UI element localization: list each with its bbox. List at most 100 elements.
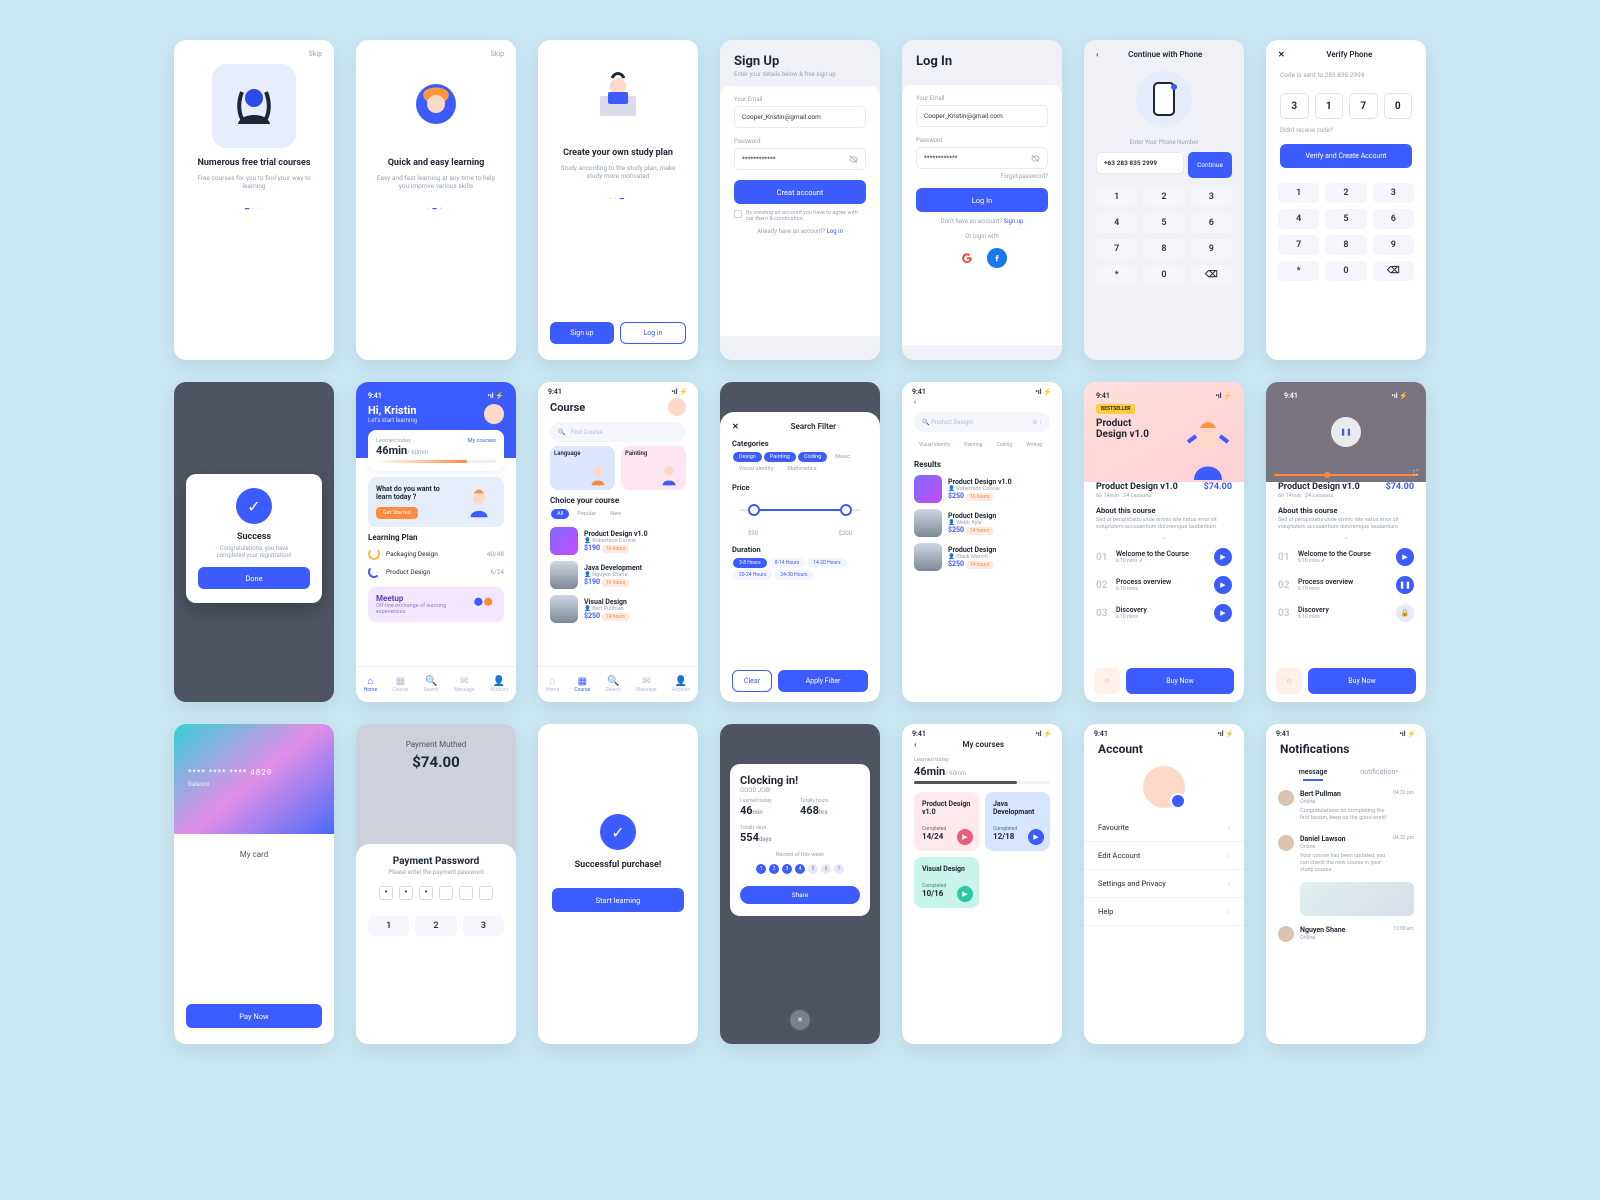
key-7[interactable]: 7 [1096,239,1137,259]
lesson-row[interactable]: 02Process overview6:10 mins ▶ [1084,571,1244,599]
google-button[interactable] [957,248,977,268]
tab-new[interactable]: New [604,509,627,519]
apply-button[interactable]: Apply Filter [778,670,868,692]
eye-icon[interactable] [849,155,858,164]
tab-search[interactable]: 🔍Search [606,676,621,693]
course-item[interactable]: Product Design👤 Black Marvin$250 14 hour… [902,540,1062,574]
tab-message[interactable]: ✉Message [454,676,474,693]
key-2[interactable]: 2 [1325,183,1366,203]
clear-button[interactable]: Clear [732,670,772,692]
key-3[interactable]: 3 [463,916,504,936]
account-item[interactable]: Settings and Privacy› [1084,870,1244,898]
filter-icon[interactable]: ⚙ ↕ [1032,419,1042,426]
key-3[interactable]: 3 [1373,183,1414,203]
key-9[interactable]: 9 [1191,239,1232,259]
notification-item[interactable]: Bert PullmanOnlineCongratulations on com… [1266,784,1426,829]
close-icon[interactable]: ✕ [1278,50,1285,59]
pay-now-button[interactable]: Pay Now [186,1004,322,1028]
category-painting[interactable]: Painting [621,446,686,490]
filter-dur[interactable]: 8-14 Hours [769,558,806,568]
close-icon[interactable]: ✕ [732,422,739,431]
continue-button[interactable]: Continue [1188,152,1232,178]
key-3[interactable]: 3 [1191,187,1232,207]
key-2[interactable]: 2 [415,916,456,936]
key-8[interactable]: 8 [1325,235,1366,255]
key-*[interactable]: * [1278,261,1319,281]
terms-checkbox[interactable]: By creating an account you have to agree… [720,204,880,222]
back-icon[interactable]: ‹ [914,398,916,406]
filter-cat[interactable]: Mathmatics [781,464,822,474]
result-chip[interactable]: Visual identity [913,440,956,450]
already-link[interactable]: Already have an account? Log in [720,222,880,235]
key-6[interactable]: 6 [1191,213,1232,233]
course-card-1[interactable]: Product Design v1.0Completed14/24▶ [914,792,979,851]
password-input[interactable]: ************ [916,147,1048,169]
password-input[interactable]: ************ [734,148,866,170]
facebook-button[interactable] [987,248,1007,268]
login-button[interactable]: Log in [620,322,686,344]
tab-notification[interactable]: notification• [1346,764,1412,780]
course-item[interactable]: Product Design v1.0👤 Robertson Connie$19… [538,524,698,558]
account-item[interactable]: Favourite› [1084,814,1244,842]
key-2[interactable]: 2 [1143,187,1184,207]
avatar[interactable] [1143,766,1185,808]
tab-account[interactable]: 👤Account [490,676,509,693]
course-card-2[interactable]: Java DevelopmantCompleted12/18▶ [985,792,1050,851]
skip-link[interactable]: Skip [309,50,322,58]
filter-cat[interactable]: Music [829,452,856,462]
back-icon[interactable]: ‹ [1096,50,1098,59]
key-8[interactable]: 8 [1143,239,1184,259]
course-item[interactable]: Product Design v1.0👤 Robertson Connie$25… [902,472,1062,506]
tab-course[interactable]: ▦Course [574,676,590,693]
tab-course[interactable]: ▦Course [392,676,408,693]
key-0[interactable]: 0 [1143,265,1184,285]
play-pause-button[interactable]: ❚❚ [1331,417,1361,447]
avatar[interactable] [484,404,504,424]
tab-message[interactable]: ✉Message [636,676,656,693]
eye-icon[interactable] [1031,154,1040,163]
filter-cat[interactable]: Visual identity [733,464,779,474]
create-account-button[interactable]: Creat account [734,180,866,204]
filter-cat[interactable]: Painting [764,452,796,462]
course-item[interactable]: Java Development👤 Nguyen Shane$190 16 ho… [538,558,698,592]
filter-dur[interactable]: 20-24 Hours [733,570,772,580]
done-button[interactable]: Done [198,567,310,589]
favorite-button[interactable]: ☆ [1094,668,1120,694]
key-0[interactable]: 0 [1325,261,1366,281]
otp-digit[interactable]: 7 [1349,93,1378,119]
tab-search[interactable]: 🔍Search [424,676,439,693]
forgot-link[interactable]: Forget password? [902,169,1062,180]
key-1[interactable]: 1 [1096,187,1137,207]
account-item[interactable]: Help› [1084,898,1244,926]
avatar[interactable] [668,398,686,416]
resend-link[interactable]: Didn't recieve code? [1266,127,1426,134]
pin-input[interactable]: ••• [368,878,504,908]
key-*[interactable]: * [1096,265,1137,285]
buy-button[interactable]: Buy Now [1308,668,1416,694]
get-started-button[interactable]: Get Started [376,507,418,519]
account-item[interactable]: Edit Account› [1084,842,1244,870]
signup-button[interactable]: Sign up [550,322,614,344]
tab-popular[interactable]: Popular [571,509,602,519]
skip-link[interactable]: Skip [491,50,504,58]
meetup-card[interactable]: MeetupOff-line exchange of learning expe… [368,587,504,622]
otp-digit[interactable]: 3 [1280,93,1309,119]
filter-dur[interactable]: 3-8 Hours [733,558,767,568]
email-input[interactable]: Cooper_Kristin@gmail.com [734,106,866,128]
key-⌫[interactable]: ⌫ [1373,261,1414,281]
buy-button[interactable]: Buy Now [1126,668,1234,694]
signup-link[interactable]: Don't have an account? Sign up [902,212,1062,225]
key-4[interactable]: 4 [1096,213,1137,233]
lesson-row[interactable]: 03Discovery6:10 mins 🔒 [1266,599,1426,627]
key-5[interactable]: 5 [1143,213,1184,233]
result-chip[interactable]: Painting [958,440,988,450]
otp-digit[interactable]: 0 [1384,93,1413,119]
key-1[interactable]: 1 [368,916,409,936]
course-item[interactable]: Visual Design👤 Bert Pullman$250 14 hours [538,592,698,626]
phone-input[interactable]: +63 283 835 2999 [1096,152,1184,174]
filter-dur[interactable]: 14-20 Hours [807,558,846,568]
email-input[interactable]: Cooper_Kristin@gmail.com [916,105,1048,127]
tab-all[interactable]: All [551,509,569,519]
category-language[interactable]: Language [550,446,615,490]
key-6[interactable]: 6 [1373,209,1414,229]
